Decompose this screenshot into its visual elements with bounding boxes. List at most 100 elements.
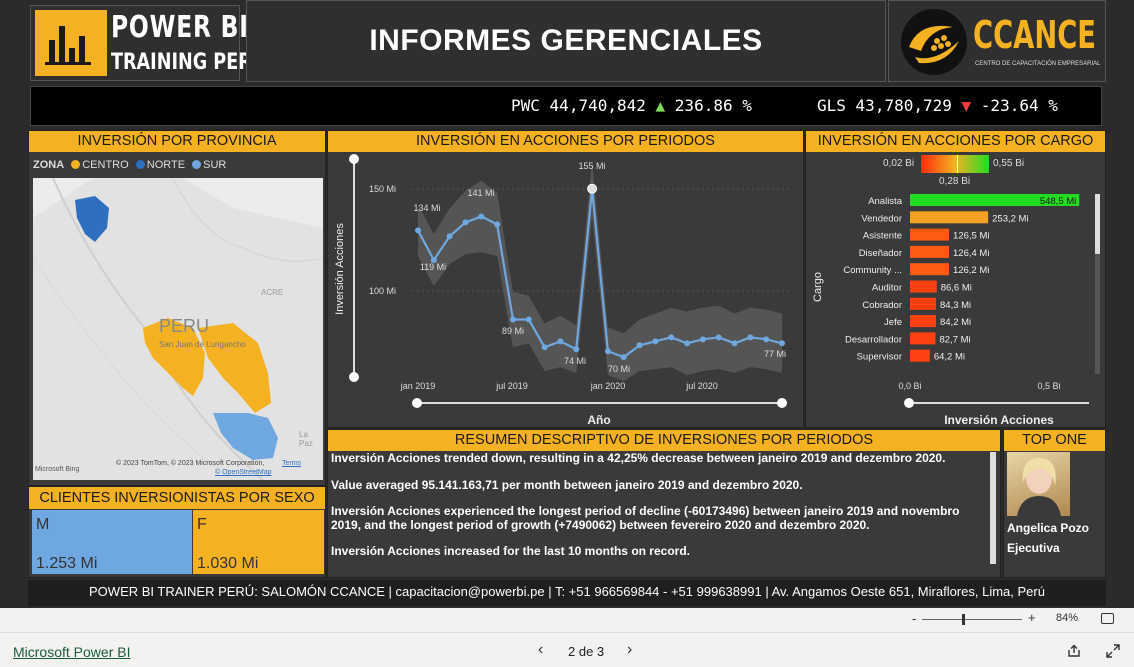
bar-value-label: 126,4 Mi (953, 248, 989, 259)
data-label: 134 Mi (413, 203, 440, 213)
zoom-in-button[interactable]: + (1028, 610, 1036, 625)
ticker-value: 44,740,842 (549, 96, 646, 115)
x-slider-handle-right[interactable] (777, 398, 787, 408)
bar-category-label: Community ... (843, 265, 902, 276)
y-tick-100: 100 Mi (369, 286, 396, 296)
bar (910, 280, 937, 293)
data-point (731, 340, 738, 347)
brand-name: CCANCE (973, 13, 1097, 57)
data-point (620, 354, 627, 361)
bar-x-slider-left[interactable] (904, 398, 914, 408)
logo-line2: TRAINING PERÚ (111, 50, 267, 75)
map-legend[interactable]: ZONA CENTRO NORTE SUR (33, 159, 226, 171)
sex-tile-m-label: M (36, 516, 50, 533)
bar-value-label: 126,5 Mi (953, 231, 989, 242)
bar-chart[interactable]: Cargo Analista 548,5 Mi Vendedor 253,2 Mi As… (805, 190, 1106, 428)
bar (910, 297, 937, 310)
sex-tile-f-label: F (197, 516, 207, 533)
bar-chart-icon (35, 10, 107, 76)
data-point (652, 338, 659, 345)
sex-panel-title: CLIENTES INVERSIONISTAS POR SEXO (29, 487, 325, 509)
legend-item-centro[interactable]: CENTRO (82, 159, 128, 171)
bar-category-label: Asistente (863, 231, 902, 242)
zoom-out-button[interactable]: - (912, 611, 916, 626)
x-tick-jul2020: jul 2020 (685, 381, 718, 391)
x-slider-handle-left[interactable] (412, 398, 422, 408)
bar-value-label: 253,2 Mi (992, 213, 1028, 224)
osm-link[interactable]: © OpenStreetMap (215, 469, 272, 476)
map-acre-label: ACRE (261, 288, 284, 297)
x-tick-jul2019: jul 2019 (495, 381, 528, 391)
gradient-mid: 0,28 Bi (939, 176, 971, 187)
summary-paragraph: Inversión Acciones trended down, resulti… (331, 451, 946, 465)
legend-dot-norte (135, 160, 145, 169)
gradient-min: 0,02 Bi (883, 158, 915, 169)
ticker-item-pwc: PWC 44,740,842 ▲ 236.86 % (511, 96, 752, 115)
bar-category-label: Cobrador (862, 300, 902, 311)
bar-plot-area: Analista 548,5 Mi Vendedor 253,2 Mi Asistent… (843, 194, 1080, 363)
ticker-change: 236.86 % (674, 96, 752, 115)
bar-category-label: Auditor (872, 283, 902, 294)
bar-category-label: Diseñador (859, 248, 902, 259)
bar (910, 245, 950, 258)
bar-scrollbar-thumb[interactable] (1095, 194, 1100, 254)
power-bi-link[interactable]: Microsoft Power BI (13, 644, 130, 660)
summary-paragraph: Inversión Acciones increased for the las… (331, 544, 690, 558)
next-page-icon[interactable]: › (627, 641, 632, 659)
bar-value-label: 84,3 Mi (940, 300, 971, 311)
legend-item-norte[interactable]: NORTE (147, 159, 185, 171)
map-terms-link[interactable]: Terms (282, 460, 301, 467)
province-map[interactable]: PERU San Juan de Lurigancho ACRE La Paz … (33, 178, 323, 480)
data-point (573, 346, 580, 353)
bar-value-label: 548,5 Mi (1040, 196, 1076, 207)
y-slider-handle-top[interactable] (349, 154, 359, 164)
legend-dot-centro (71, 160, 81, 169)
up-arrow-icon: ▲ (655, 96, 666, 115)
fullscreen-icon[interactable] (1106, 644, 1120, 658)
data-label: 141 Mi (467, 188, 494, 198)
data-point (525, 316, 532, 323)
map-lapaz-label: La Paz (299, 430, 313, 448)
data-point (668, 334, 675, 341)
y-slider-handle-bottom[interactable] (349, 372, 359, 382)
bar-value-label: 84,2 Mi (940, 317, 971, 328)
report-canvas: POWER BI TRAINING PERÚ INFORMES GERENCIA… (0, 0, 1134, 608)
data-point (747, 334, 754, 341)
bar-y-axis-title: Cargo (812, 272, 824, 302)
x-tick-jan2020: jan 2020 (590, 381, 626, 391)
bar-category-label: Jefe (884, 317, 902, 328)
bar-category-label: Vendedor (861, 213, 902, 224)
zoom-level: 84% (1056, 612, 1079, 624)
sex-tile-m[interactable]: M 1.253 Mi (32, 510, 192, 574)
data-point (446, 233, 453, 240)
zoom-slider-track[interactable] (922, 619, 1022, 620)
report-title-box: INFORMES GERENCIALES (246, 0, 886, 82)
gradient-max: 0,55 Bi (993, 158, 1025, 169)
data-label: 74 Mi (564, 356, 586, 366)
ccance-emblem-icon (901, 9, 967, 75)
data-point (541, 344, 548, 351)
data-point (604, 348, 611, 355)
page-indicator: 2 de 3 (568, 644, 605, 659)
data-point (478, 213, 485, 220)
bar-value-label: 126,2 Mi (953, 265, 989, 276)
bar (910, 332, 936, 345)
fit-to-page-icon[interactable] (1101, 613, 1114, 624)
top-one-role: Ejecutiva (1007, 541, 1060, 555)
line-chart[interactable]: Inversión Acciones 150 Mi 100 Mi jan 201… (327, 151, 804, 428)
map-panel-title: INVERSIÓN POR PROVINCIA (29, 131, 325, 152)
sex-tile-f[interactable]: F 1.030 Mi (193, 510, 324, 574)
data-label: 89 Mi (502, 326, 524, 336)
bar (910, 349, 930, 362)
sex-tile-f-value: 1.030 Mi (197, 555, 259, 572)
prev-page-icon[interactable]: ‹ (538, 641, 543, 659)
map-country-label: PERU (159, 316, 210, 336)
data-point (779, 340, 785, 347)
share-icon[interactable] (1067, 644, 1081, 658)
bar-value-label: 86,6 Mi (941, 283, 972, 294)
summary-scrollbar[interactable] (990, 452, 996, 564)
zoom-slider-thumb[interactable] (962, 614, 965, 625)
y-tick-150: 150 Mi (369, 184, 396, 194)
legend-item-sur[interactable]: SUR (203, 159, 226, 171)
bar (910, 315, 936, 328)
